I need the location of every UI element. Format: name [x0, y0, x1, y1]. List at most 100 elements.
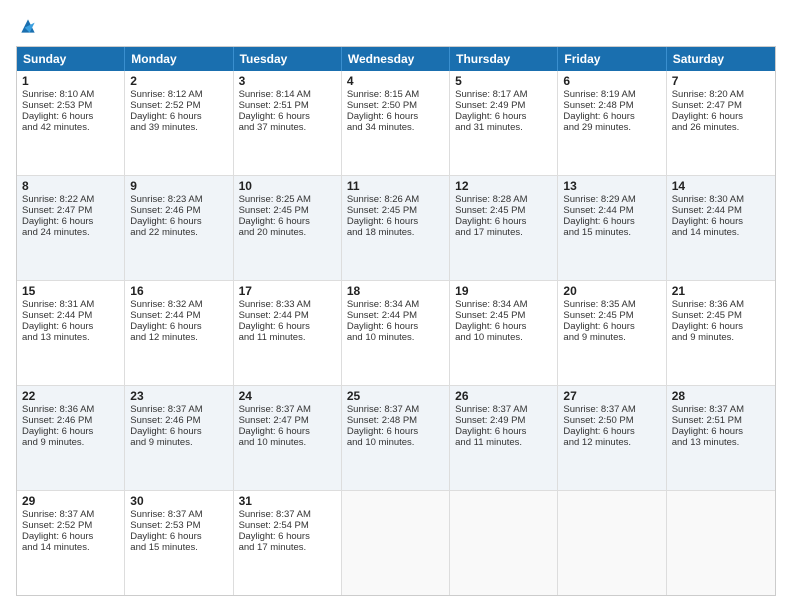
day-info: Daylight: 6 hours	[130, 426, 227, 437]
day-info: Sunset: 2:44 PM	[563, 205, 660, 216]
day-info: and 17 minutes.	[455, 227, 552, 238]
day-number: 17	[239, 284, 336, 298]
day-info: and 13 minutes.	[22, 332, 119, 343]
day-info: Sunset: 2:45 PM	[347, 205, 444, 216]
day-cell: 25Sunrise: 8:37 AMSunset: 2:48 PMDayligh…	[342, 386, 450, 490]
day-number: 9	[130, 179, 227, 193]
day-info: Sunrise: 8:37 AM	[130, 404, 227, 415]
day-number: 29	[22, 494, 119, 508]
day-cell: 31Sunrise: 8:37 AMSunset: 2:54 PMDayligh…	[234, 491, 342, 595]
day-cell: 17Sunrise: 8:33 AMSunset: 2:44 PMDayligh…	[234, 281, 342, 385]
day-info: Sunrise: 8:20 AM	[672, 89, 770, 100]
day-number: 25	[347, 389, 444, 403]
day-info: and 37 minutes.	[239, 122, 336, 133]
weekday-header: Monday	[125, 47, 233, 71]
day-cell: 30Sunrise: 8:37 AMSunset: 2:53 PMDayligh…	[125, 491, 233, 595]
day-info: Sunrise: 8:12 AM	[130, 89, 227, 100]
day-info: Daylight: 6 hours	[455, 111, 552, 122]
day-info: Daylight: 6 hours	[130, 111, 227, 122]
day-info: Sunrise: 8:37 AM	[347, 404, 444, 415]
day-info: Daylight: 6 hours	[672, 426, 770, 437]
day-number: 27	[563, 389, 660, 403]
day-info: Sunrise: 8:31 AM	[22, 299, 119, 310]
day-info: and 15 minutes.	[563, 227, 660, 238]
day-info: and 9 minutes.	[672, 332, 770, 343]
day-number: 22	[22, 389, 119, 403]
day-cell: 16Sunrise: 8:32 AMSunset: 2:44 PMDayligh…	[125, 281, 233, 385]
day-info: Sunset: 2:45 PM	[672, 310, 770, 321]
day-cell: 9Sunrise: 8:23 AMSunset: 2:46 PMDaylight…	[125, 176, 233, 280]
day-info: Sunrise: 8:15 AM	[347, 89, 444, 100]
weekday-header: Friday	[558, 47, 666, 71]
day-number: 20	[563, 284, 660, 298]
day-cell: 7Sunrise: 8:20 AMSunset: 2:47 PMDaylight…	[667, 71, 775, 175]
day-info: Sunrise: 8:22 AM	[22, 194, 119, 205]
day-info: Sunset: 2:45 PM	[239, 205, 336, 216]
day-info: Sunrise: 8:29 AM	[563, 194, 660, 205]
day-info: Daylight: 6 hours	[22, 216, 119, 227]
day-info: and 10 minutes.	[347, 332, 444, 343]
day-info: Daylight: 6 hours	[455, 216, 552, 227]
calendar-header: SundayMondayTuesdayWednesdayThursdayFrid…	[17, 47, 775, 71]
day-info: Sunset: 2:52 PM	[130, 100, 227, 111]
day-info: Daylight: 6 hours	[672, 111, 770, 122]
day-info: Sunset: 2:45 PM	[455, 310, 552, 321]
day-info: Sunset: 2:48 PM	[347, 415, 444, 426]
day-info: Sunset: 2:53 PM	[22, 100, 119, 111]
day-number: 23	[130, 389, 227, 403]
day-cell: 13Sunrise: 8:29 AMSunset: 2:44 PMDayligh…	[558, 176, 666, 280]
empty-cell	[342, 491, 450, 595]
calendar-row: 8Sunrise: 8:22 AMSunset: 2:47 PMDaylight…	[17, 176, 775, 281]
day-cell: 20Sunrise: 8:35 AMSunset: 2:45 PMDayligh…	[558, 281, 666, 385]
day-info: Sunrise: 8:36 AM	[672, 299, 770, 310]
day-number: 1	[22, 74, 119, 88]
day-number: 28	[672, 389, 770, 403]
day-info: and 22 minutes.	[130, 227, 227, 238]
calendar-row: 22Sunrise: 8:36 AMSunset: 2:46 PMDayligh…	[17, 386, 775, 491]
day-info: Daylight: 6 hours	[22, 321, 119, 332]
day-info: Daylight: 6 hours	[22, 111, 119, 122]
day-info: Sunset: 2:44 PM	[130, 310, 227, 321]
day-info: Sunrise: 8:37 AM	[563, 404, 660, 415]
day-number: 26	[455, 389, 552, 403]
calendar-row: 15Sunrise: 8:31 AMSunset: 2:44 PMDayligh…	[17, 281, 775, 386]
day-cell: 18Sunrise: 8:34 AMSunset: 2:44 PMDayligh…	[342, 281, 450, 385]
day-info: Daylight: 6 hours	[347, 426, 444, 437]
day-info: Sunrise: 8:23 AM	[130, 194, 227, 205]
day-info: Sunset: 2:51 PM	[672, 415, 770, 426]
day-info: Sunset: 2:45 PM	[563, 310, 660, 321]
day-number: 18	[347, 284, 444, 298]
day-info: Sunset: 2:49 PM	[455, 415, 552, 426]
day-number: 7	[672, 74, 770, 88]
day-info: Daylight: 6 hours	[22, 531, 119, 542]
day-number: 24	[239, 389, 336, 403]
page-header	[16, 16, 776, 36]
empty-cell	[450, 491, 558, 595]
weekday-header: Wednesday	[342, 47, 450, 71]
day-info: Daylight: 6 hours	[130, 531, 227, 542]
day-info: Sunset: 2:48 PM	[563, 100, 660, 111]
day-number: 3	[239, 74, 336, 88]
day-info: Sunrise: 8:37 AM	[455, 404, 552, 415]
day-info: Sunset: 2:50 PM	[563, 415, 660, 426]
day-info: Daylight: 6 hours	[239, 531, 336, 542]
day-cell: 27Sunrise: 8:37 AMSunset: 2:50 PMDayligh…	[558, 386, 666, 490]
day-info: and 18 minutes.	[347, 227, 444, 238]
day-number: 4	[347, 74, 444, 88]
day-info: and 24 minutes.	[22, 227, 119, 238]
day-number: 30	[130, 494, 227, 508]
day-info: Sunrise: 8:37 AM	[239, 404, 336, 415]
day-info: Daylight: 6 hours	[239, 216, 336, 227]
day-info: Sunset: 2:50 PM	[347, 100, 444, 111]
day-info: Sunrise: 8:37 AM	[22, 509, 119, 520]
day-info: Daylight: 6 hours	[130, 216, 227, 227]
day-number: 19	[455, 284, 552, 298]
day-info: Daylight: 6 hours	[563, 426, 660, 437]
day-info: and 9 minutes.	[22, 437, 119, 448]
day-info: Sunset: 2:47 PM	[672, 100, 770, 111]
day-info: Daylight: 6 hours	[563, 321, 660, 332]
day-info: Daylight: 6 hours	[239, 111, 336, 122]
day-info: Daylight: 6 hours	[239, 321, 336, 332]
day-info: and 12 minutes.	[563, 437, 660, 448]
day-number: 11	[347, 179, 444, 193]
